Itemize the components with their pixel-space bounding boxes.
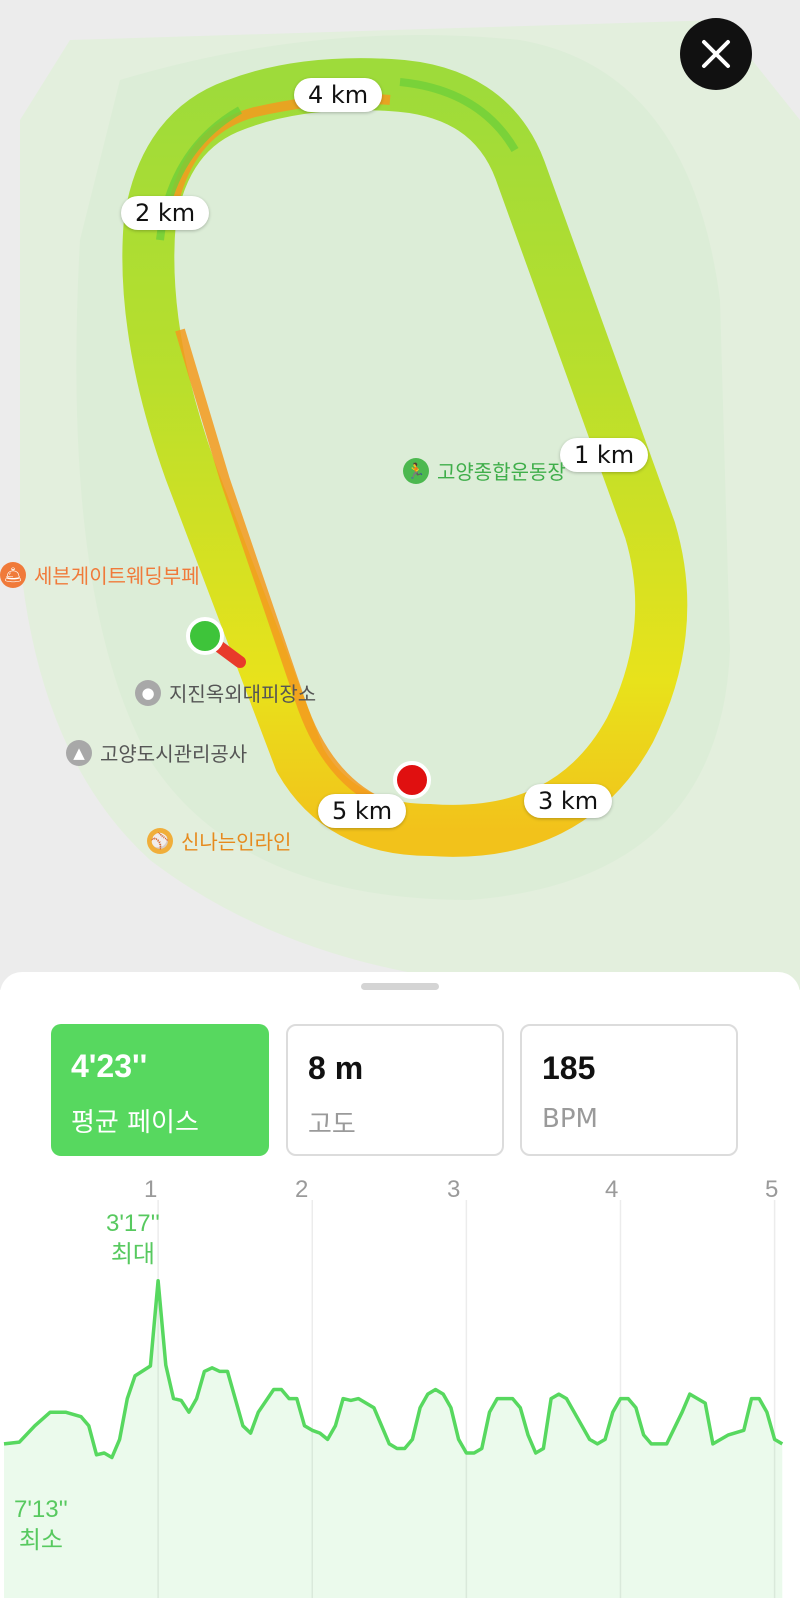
stat-value: 8 m [308,1050,364,1086]
stat-label: 고도 [308,1110,356,1140]
end-marker [393,761,431,799]
restaurant-icon: 🛎 [0,561,26,588]
map-canvas [20,20,800,990]
max-pace-annotation: 3'17'' 최대 [106,1208,160,1270]
poi-shelter[interactable]: ● 지진옥외대피장소 [135,678,316,707]
km-marker-5: 5 km [318,794,407,828]
poi-city-management[interactable]: ▲ 고양도시관리공사 [66,738,247,767]
km-marker-1: 1 km [560,438,649,472]
stat-card-elevation[interactable]: 8 m 고도 [286,1024,504,1156]
poi-wedding-buffet[interactable]: 🛎 세븐게이트웨딩부페 [0,560,200,589]
pace-line [3,1278,784,1460]
stat-label: 평균 페이스 [71,1108,199,1138]
km-marker-3: 3 km [524,784,613,818]
min-pace-annotation: 7'13'' 최소 [14,1494,68,1556]
stat-card-bpm[interactable]: 185 BPM [520,1024,738,1156]
poi-label: 신나는인라인 [181,830,292,854]
shelter-icon: ● [135,679,161,706]
stat-card-pace[interactable]: 4'23'' 평균 페이스 [51,1024,269,1156]
running-icon: 🏃 [403,457,429,484]
poi-label: 지진옥외대피장소 [169,682,317,706]
sports-icon: ⚾ [147,827,173,854]
poi-stadium[interactable]: 🏃 고양종합운동장 [403,456,566,485]
building-icon: ▲ [66,739,92,766]
stat-value: 4'23'' [71,1048,148,1084]
max-pace-label: 최대 [110,1241,155,1268]
close-icon [702,40,730,68]
poi-inline-skating[interactable]: ⚾ 신나는인라인 [147,826,291,855]
poi-label: 세븐게이트웨딩부페 [34,564,200,588]
max-pace-value: 3'17'' [106,1210,160,1237]
stat-label: BPM [542,1104,598,1134]
min-pace-label: 최소 [18,1527,63,1554]
start-marker [186,617,224,655]
close-button[interactable] [680,18,752,90]
km-marker-4: 4 km [294,78,383,112]
sheet-handle[interactable] [361,983,439,990]
km-marker-2: 2 km [121,196,210,230]
min-pace-value: 7'13'' [14,1496,68,1523]
stat-value: 185 [542,1050,596,1086]
route-map[interactable]: 4 km 2 km 1 km 3 km 5 km 🏃 고양종합운동장 🛎 세븐게… [0,0,800,990]
poi-label: 고양종합운동장 [437,460,566,484]
poi-label: 고양도시관리공사 [100,742,248,766]
